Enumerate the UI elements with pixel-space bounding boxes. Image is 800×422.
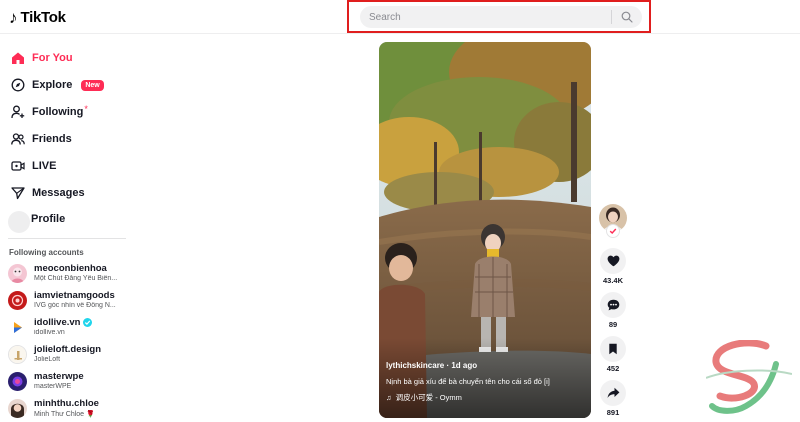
music-note-icon: ♫ [386,393,392,402]
sidebar-divider [8,238,126,239]
account-name-text: iamvietnamgoods [34,290,115,301]
comment-icon [607,299,619,311]
account-name: minhthu.chloe [34,398,99,409]
following-account[interactable]: jolieloft.design JolieLoft [8,343,133,367]
bookmark-icon [609,343,617,355]
tiktok-note-icon: ♪ [9,7,18,27]
tiktok-logo[interactable]: ♪ TikTok [9,7,66,27]
video-author-line[interactable]: lythichskincare · 1d ago [386,361,477,370]
account-nickname: Minh Thư Chloe 🌹 [34,411,95,418]
search-input[interactable] [360,6,611,28]
avatar [8,345,27,364]
save-count: 452 [606,364,620,373]
following-account[interactable]: iamvietnamgoods IVG góc nhìn về Đông N..… [8,289,133,313]
verified-badge-icon [83,318,93,327]
following-account[interactable]: meoconbienhoa Một Chút Đăng Yêu Biển... [8,262,133,286]
new-badge: New [81,79,104,91]
account-name: iamvietnamgoods [34,290,115,301]
following-account[interactable]: minhthu.chloe Minh Thư Chloe 🌹 [8,397,133,421]
avatar [8,372,27,391]
check-icon [609,228,617,234]
following-account[interactable]: idollive.vn idollive.vn [8,316,133,340]
nav-label: Messages [32,187,85,199]
comment-count: 89 [608,320,618,329]
nav-following[interactable]: Following * [10,102,88,122]
avatar [8,399,27,418]
nav-for-you[interactable]: For You [10,48,73,68]
notification-dot: * [84,103,88,114]
bookmark-button[interactable] [600,336,626,362]
account-name-text: idollive.vn [34,317,81,328]
follow-button[interactable] [606,224,620,238]
account-name: meoconbienhoa [34,263,107,274]
paper-plane-icon [10,186,25,201]
compass-icon [10,78,25,93]
left-sidebar: For You Explore New Following * Friends … [0,34,130,422]
share-count: 891 [606,408,620,417]
search-bar[interactable] [360,6,642,28]
share-arrow-icon [607,387,619,398]
search-button[interactable] [612,6,642,28]
friends-icon [10,132,25,147]
live-icon [10,159,25,174]
nav-label: Friends [32,133,72,145]
avatar [8,318,27,337]
logo-text: TikTok [20,8,66,26]
account-name-text: meoconbienhoa [34,263,107,274]
nav-live[interactable]: LIVE [10,156,56,176]
nav-label: Following [32,106,84,118]
nav-messages[interactable]: Messages [10,183,85,203]
profile-avatar[interactable] [8,211,30,233]
add-user-icon [10,105,25,120]
comment-button[interactable] [600,292,626,318]
like-count: 43.4K [602,276,623,285]
nav-friends[interactable]: Friends [10,129,72,149]
avatar [8,264,27,283]
account-name-text: masterwpe [34,371,84,382]
account-nickname: JolieLoft [34,356,61,363]
top-header: ♪ TikTok [0,0,800,34]
share-button[interactable] [600,380,626,406]
following-accounts-title: Following accounts [9,248,84,257]
avatar [8,291,27,310]
nav-label: For You [32,52,73,64]
music-title: 调皮小可爱 - Oymm [395,393,462,402]
home-icon [10,51,25,66]
video-player[interactable]: lythichskincare · 1d ago Nịnh bà giả xíu… [379,42,591,418]
like-button[interactable] [600,248,626,274]
following-account[interactable]: masterwpe masterWPE [8,370,133,394]
account-nickname: IVG góc nhìn về Đông N... [34,302,116,309]
video-music[interactable]: ♫ 调皮小可爱 - Oymm [386,392,462,403]
account-name-text: jolieloft.design [34,344,102,355]
search-icon [621,11,633,23]
account-name: jolieloft.design [34,344,101,355]
account-name-text: minhthu.chloe [34,398,99,409]
account-nickname: Một Chút Đăng Yêu Biển... [34,275,118,282]
nav-explore[interactable]: Explore New [10,75,104,95]
account-nickname: masterWPE [34,383,72,390]
heart-icon [607,255,619,267]
nav-profile[interactable]: Profile [31,213,65,225]
account-nickname: idollive.vn [34,329,65,336]
account-name: masterwpe [34,371,84,382]
nav-label: LIVE [32,160,57,172]
nav-label: Explore [32,79,73,91]
watermark-logo [705,339,793,420]
account-name: idollive.vn [34,317,93,328]
video-caption: Nịnh bà giả xíu để bà chuyển tên cho cái… [386,377,550,386]
